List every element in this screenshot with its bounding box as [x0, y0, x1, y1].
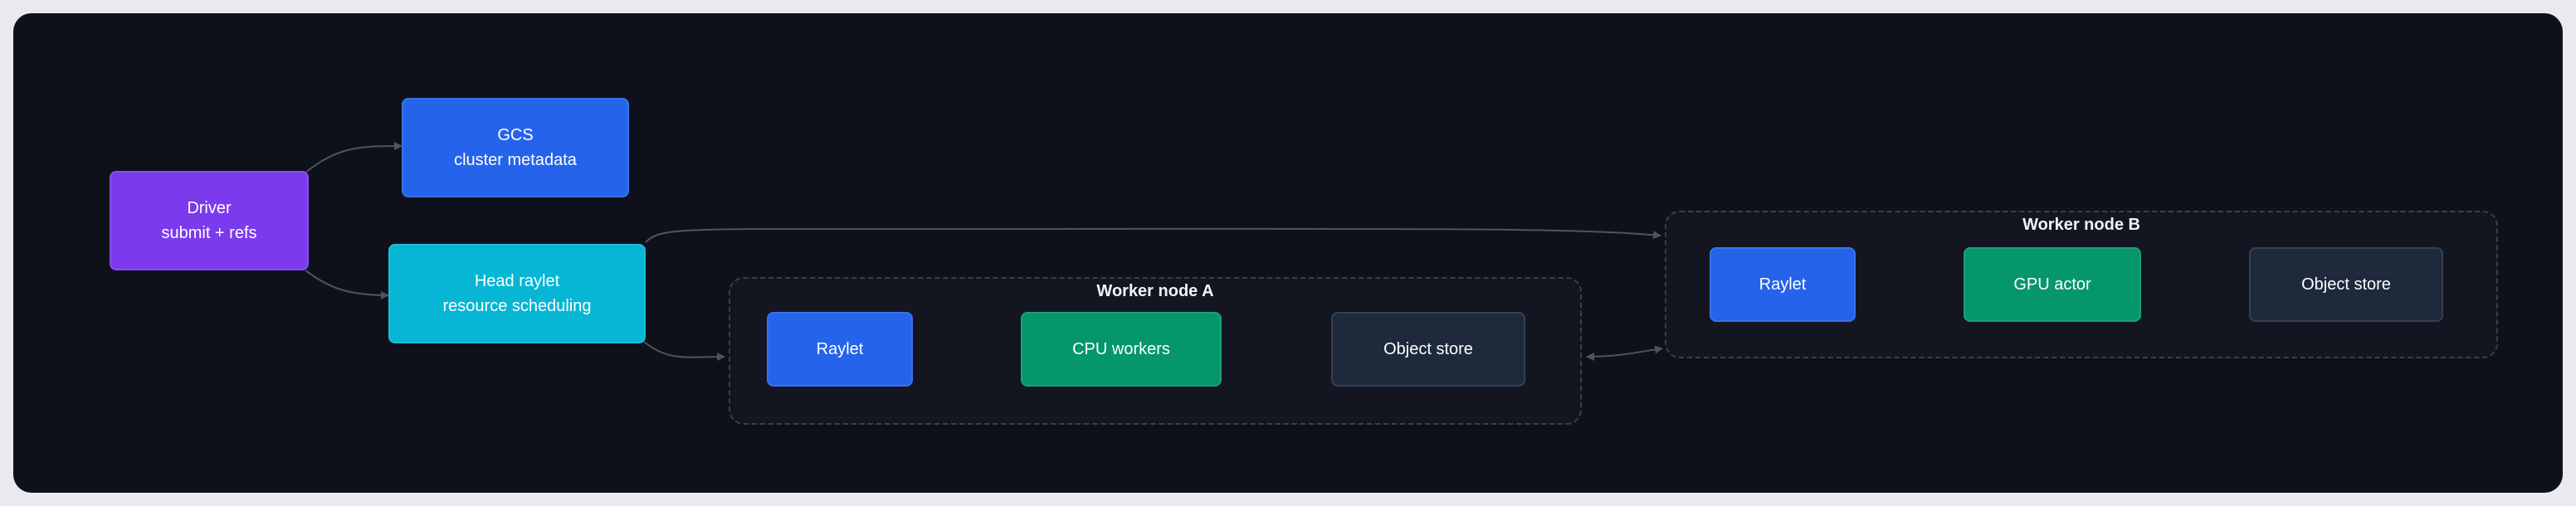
head-raylet-title: Head raylet	[474, 272, 560, 290]
driver-title: Driver	[187, 199, 232, 217]
cpu-workers-label: CPU workers	[1072, 340, 1170, 358]
driver-node[interactable]: Driver submit + refs	[110, 171, 309, 270]
worker-a-object-store-label: Object store	[1383, 340, 1473, 358]
edge-head-raylet-worker-a	[643, 341, 725, 362]
cpu-workers-node[interactable]: CPU workers	[1021, 312, 1222, 387]
worker-a-object-store-node[interactable]: Object store	[1331, 312, 1525, 387]
worker-b-raylet-label: Raylet	[1759, 275, 1807, 294]
edge-head-raylet-worker-b	[645, 227, 1661, 243]
gcs-subtitle: cluster metadata	[454, 151, 577, 169]
worker-a-raylet-label: Raylet	[816, 340, 864, 358]
worker-a-raylet-node[interactable]: Raylet	[767, 312, 913, 387]
gpu-actor-label: GPU actor	[2013, 275, 2091, 294]
worker-node-b-title: Worker node B	[2022, 216, 2140, 234]
gpu-actor-node[interactable]: GPU actor	[1964, 247, 2141, 322]
worker-b-object-store-node[interactable]: Object store	[2249, 247, 2443, 322]
edge-driver-head-raylet	[305, 270, 389, 299]
worker-node-a-title: Worker node A	[1096, 282, 1214, 300]
driver-subtitle: submit + refs	[161, 224, 257, 242]
gcs-node[interactable]: GCS cluster metadata	[402, 98, 629, 197]
worker-b-object-store-label: Object store	[2301, 275, 2391, 294]
worker-b-raylet-node[interactable]: Raylet	[1710, 247, 1856, 322]
edge-driver-gcs	[305, 142, 402, 173]
head-raylet-subtitle: resource scheduling	[442, 297, 592, 315]
edge-worker-a-worker-b	[1586, 345, 1663, 361]
head-raylet-node[interactable]: Head raylet resource scheduling	[388, 244, 646, 343]
gcs-title: GCS	[497, 126, 534, 144]
diagram-canvas: Worker node A Worker node B Driver submi…	[13, 13, 2563, 493]
